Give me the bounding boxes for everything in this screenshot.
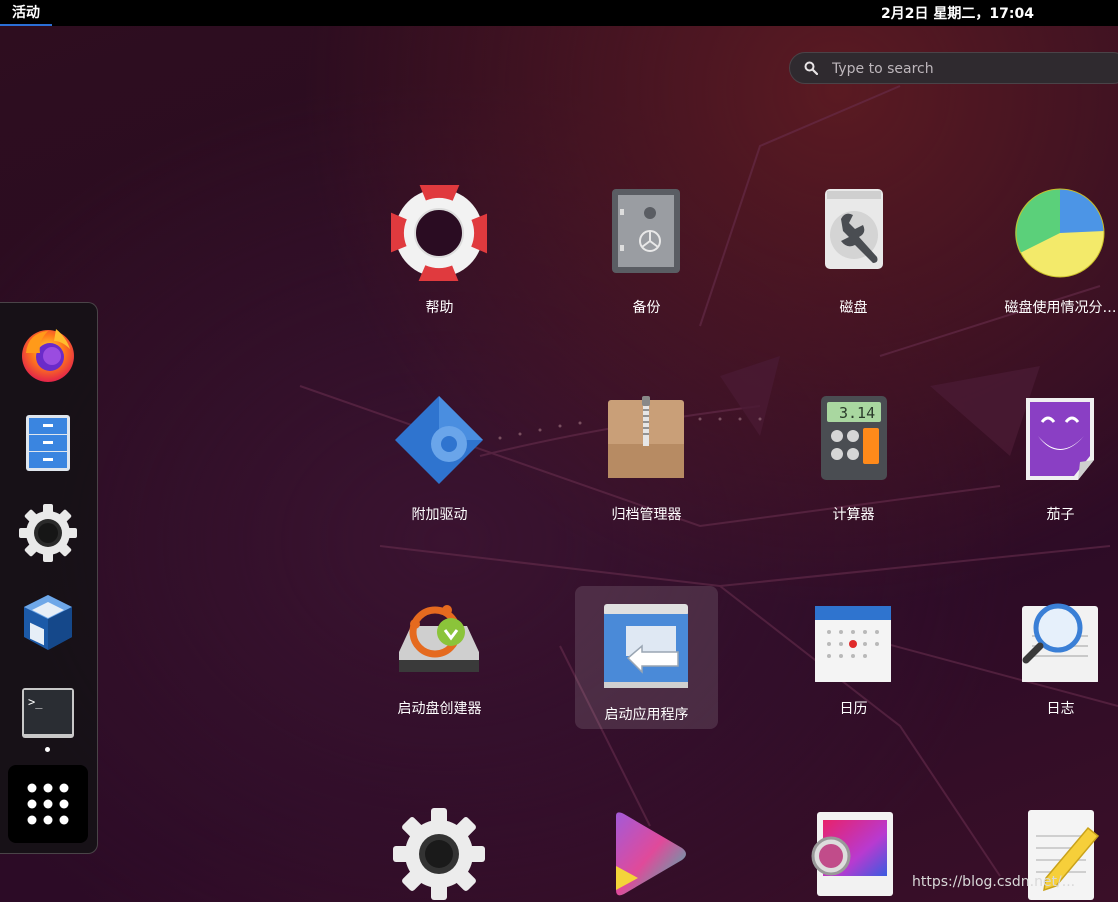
dock-item-files[interactable] [14, 409, 82, 477]
wallpaper-lines [299, 85, 1118, 877]
color-picture-icon [811, 812, 893, 896]
app-help[interactable]: 帮助 [368, 185, 511, 328]
chip-gear-icon [395, 396, 483, 484]
app-label: 帮助 [425, 300, 454, 316]
search-box[interactable] [789, 52, 1118, 85]
app-label: 日志 [1046, 701, 1075, 717]
running-indicator [45, 747, 50, 752]
calculator-icon: 3.14 [821, 396, 887, 480]
app-archive-manager[interactable]: 归档管理器 [575, 392, 718, 535]
video-play-icon [616, 812, 686, 896]
pie-chart-icon [1015, 188, 1105, 278]
app-calendar[interactable]: 日历 [782, 586, 925, 729]
virtualbox-icon [24, 595, 72, 650]
app-videos[interactable] [575, 806, 718, 902]
cheese-icon [1026, 398, 1094, 480]
app-label: 启动应用程序 [604, 707, 689, 723]
search-input[interactable] [830, 53, 1114, 85]
app-disk-usage[interactable]: 磁盘使用情况分… [989, 185, 1118, 328]
svg-text:>_: >_ [28, 695, 43, 709]
lifebuoy-icon [391, 185, 487, 281]
dock-item-virtualbox[interactable] [14, 589, 82, 657]
top-bar: 活动 2月2日 星期二，17:04 [0, 0, 1118, 26]
calendar-icon [815, 606, 891, 682]
app-label: 归档管理器 [611, 507, 682, 523]
app-startup-disk-creator[interactable]: 启动盘创建器 [368, 586, 511, 729]
safe-icon [612, 189, 680, 273]
file-cabinet-icon [26, 415, 70, 471]
calculator-display: 3.14 [839, 404, 875, 422]
dock: >_ [0, 302, 98, 854]
logs-magnifier-icon [1022, 603, 1098, 682]
app-cheese[interactable]: 茄子 [989, 392, 1118, 535]
grid-icon [27, 783, 69, 825]
app-label: 计算器 [832, 507, 875, 523]
dock-item-terminal[interactable]: >_ [14, 679, 82, 747]
app-additional-drivers[interactable]: 附加驱动 [368, 392, 511, 535]
app-label: 附加驱动 [411, 507, 468, 523]
clock[interactable]: 2月2日 星期二，17:04 [870, 0, 1045, 26]
app-backup[interactable]: 备份 [575, 185, 718, 328]
archive-box-icon [608, 396, 684, 478]
app-label: 日历 [839, 701, 868, 717]
gear-icon [393, 808, 485, 900]
usb-creator-icon [399, 605, 479, 672]
startup-apps-icon [604, 604, 688, 688]
watermark: https://blog.csdn.net/... [912, 874, 1076, 890]
app-label: 茄子 [1046, 507, 1075, 523]
search-icon [804, 61, 818, 75]
gear-icon [19, 504, 77, 562]
firefox-icon [22, 329, 74, 382]
app-color-picker[interactable] [782, 806, 925, 902]
terminal-icon: >_ [22, 688, 74, 738]
app-label: 备份 [632, 300, 661, 316]
activities-button[interactable]: 活动 [0, 0, 52, 26]
app-startup-applications[interactable]: 启动应用程序 [575, 586, 718, 729]
app-calculator[interactable]: 3.14 计算器 [782, 392, 925, 535]
disk-wrench-icon [825, 189, 883, 269]
app-settings[interactable] [368, 806, 511, 902]
dock-item-settings[interactable] [14, 499, 82, 567]
app-label: 磁盘使用情况分… [1004, 300, 1117, 316]
app-label: 磁盘 [839, 300, 868, 316]
app-logs[interactable]: 日志 [989, 586, 1118, 729]
app-label: 启动盘创建器 [397, 701, 482, 717]
show-applications-button[interactable] [8, 765, 88, 843]
app-disks[interactable]: 磁盘 [782, 185, 925, 328]
dock-item-firefox[interactable] [14, 319, 82, 387]
